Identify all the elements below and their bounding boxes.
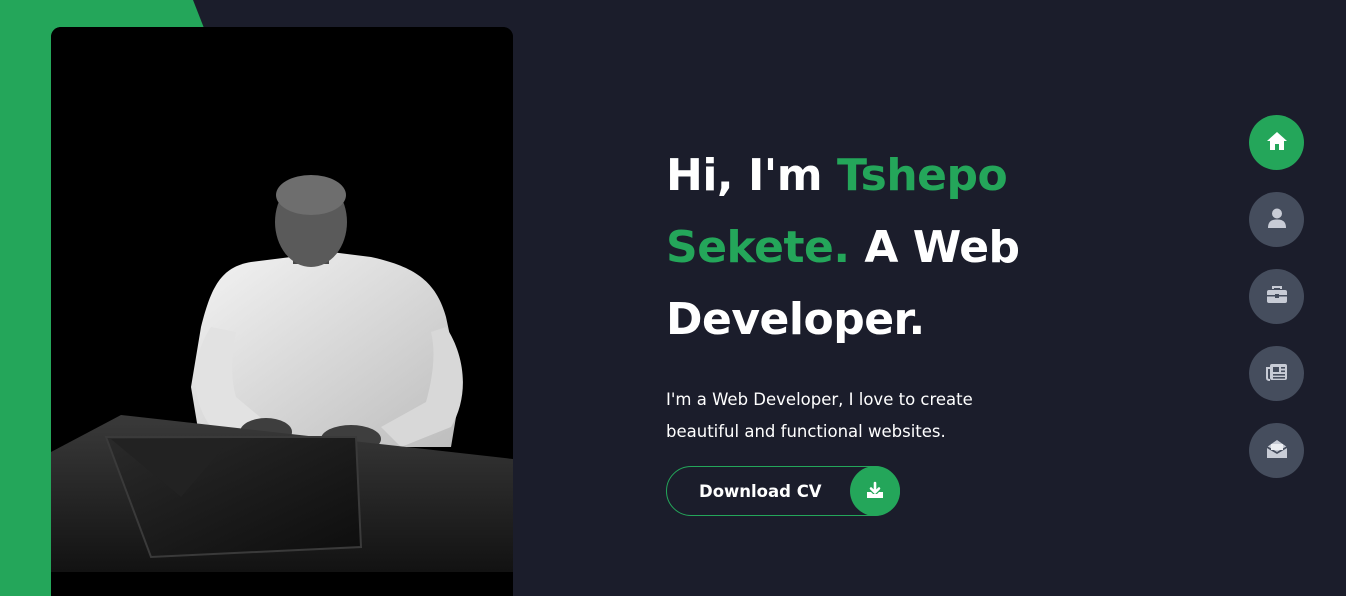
download-cv-button[interactable]: Download CV xyxy=(666,466,900,516)
nav-home-button[interactable] xyxy=(1249,115,1304,170)
nav-blog-button[interactable] xyxy=(1249,346,1304,401)
hero-tagline: I'm a Web Developer, I love to create be… xyxy=(666,390,973,441)
download-cv-label: Download CV xyxy=(699,481,822,501)
hero-section: Hi, I'm Tshepo Sekete. A Web Developer. … xyxy=(666,140,1086,516)
user-icon xyxy=(1267,208,1286,232)
side-nav xyxy=(1249,115,1304,500)
profile-photo xyxy=(51,27,513,596)
envelope-open-icon xyxy=(1266,439,1288,463)
download-icon xyxy=(850,466,900,516)
home-icon xyxy=(1266,131,1288,155)
newspaper-icon xyxy=(1265,363,1288,385)
nav-contact-button[interactable] xyxy=(1249,423,1304,478)
briefcase-icon xyxy=(1266,285,1288,308)
nav-portfolio-button[interactable] xyxy=(1249,269,1304,324)
greeting-text: Hi, I'm xyxy=(666,150,823,201)
hero-headline: Hi, I'm Tshepo Sekete. A Web Developer. xyxy=(666,140,1086,356)
page: Hi, I'm Tshepo Sekete. A Web Developer. … xyxy=(0,0,1346,596)
nav-about-button[interactable] xyxy=(1249,192,1304,247)
